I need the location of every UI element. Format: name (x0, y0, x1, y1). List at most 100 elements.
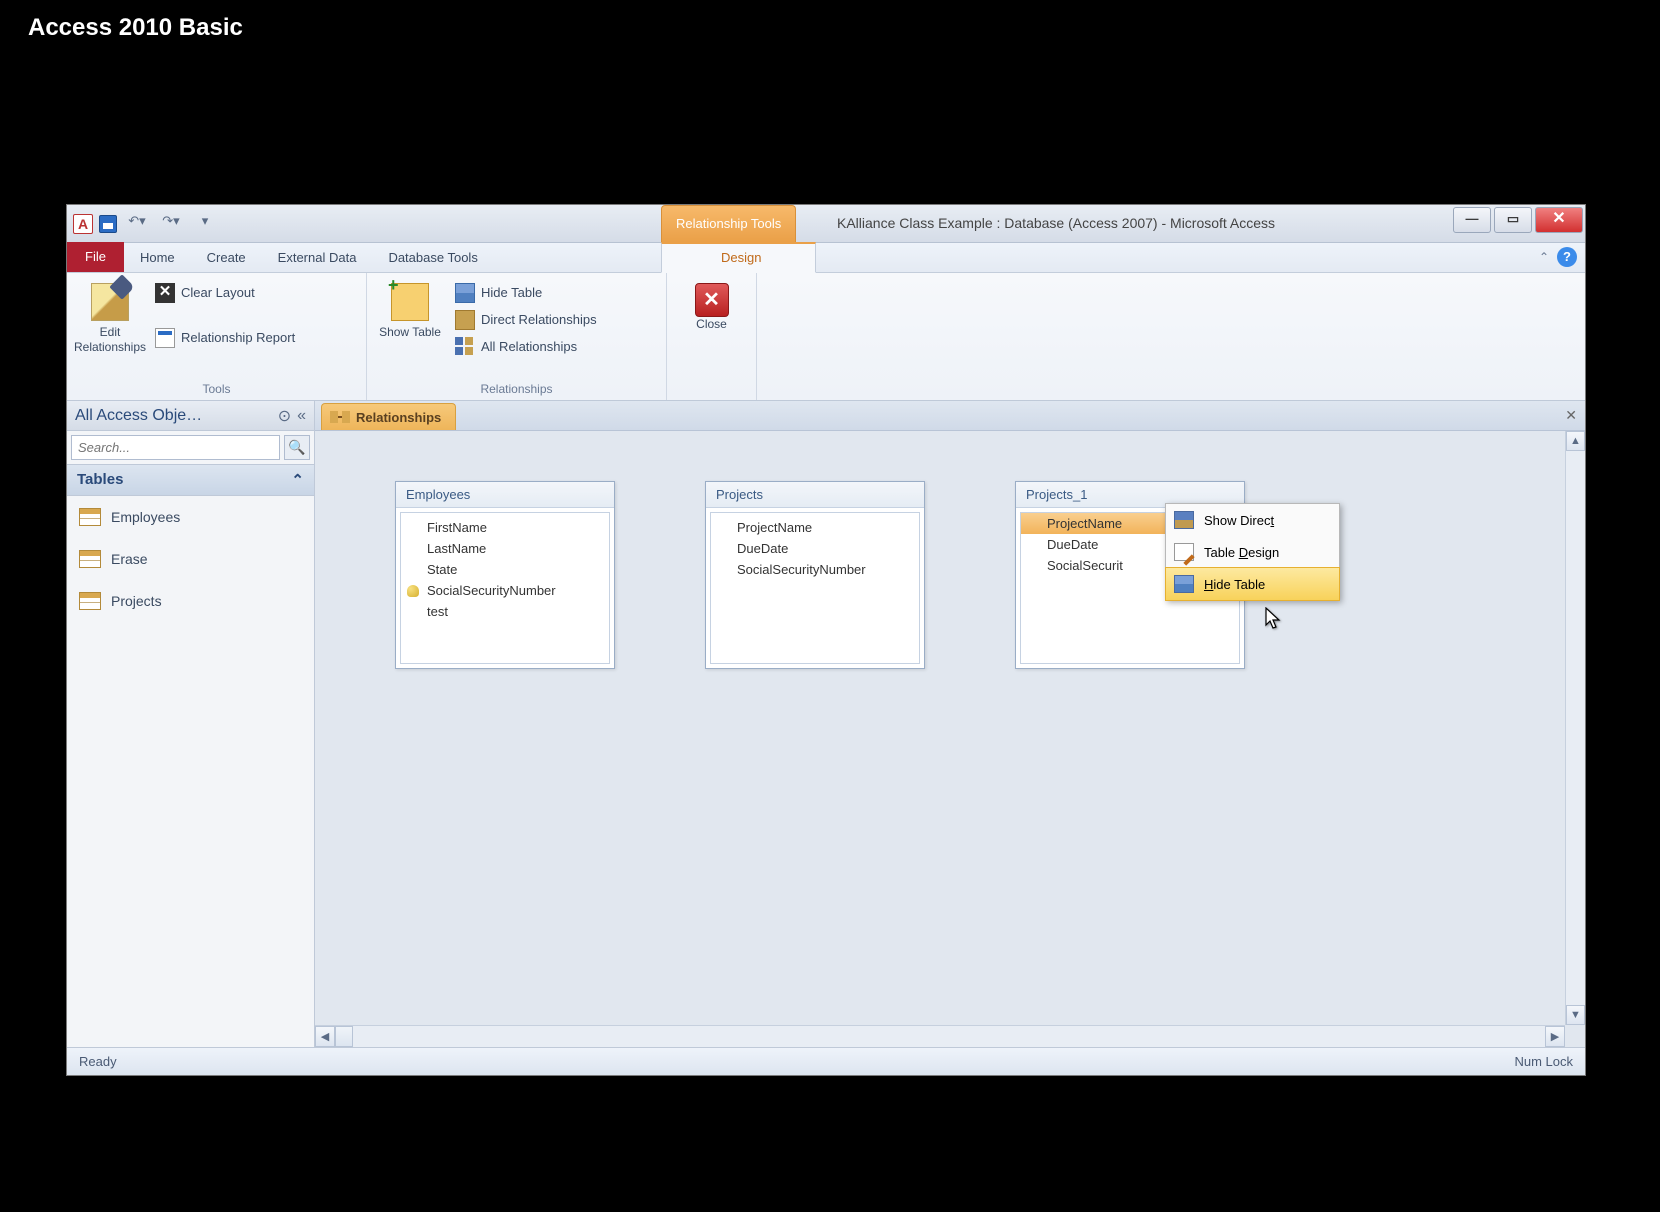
nav-group-label: Tables (77, 471, 123, 489)
nav-item-label: Employees (111, 509, 180, 525)
nav-pane-header[interactable]: All Access Obje… ⊙ « (67, 401, 314, 431)
nav-group-tables[interactable]: Tables ⌃ (67, 465, 314, 496)
horizontal-scrollbar[interactable]: ◀ ▶ (315, 1025, 1565, 1047)
design-tab[interactable]: Design (705, 243, 777, 272)
hide-table-icon (455, 283, 475, 303)
field-item-key[interactable]: SocialSecurityNumber (401, 580, 609, 601)
quick-access-toolbar: A ↶▾ ↷▾ ▾ (67, 213, 219, 235)
scroll-grip[interactable] (335, 1026, 353, 1047)
ribbon-collapse-button[interactable]: ⌃ (1539, 250, 1549, 264)
maximize-button[interactable]: ▭ (1494, 207, 1532, 233)
file-tab[interactable]: File (67, 242, 124, 272)
window-title: KAlliance Class Example : Database (Acce… (837, 215, 1275, 231)
minimize-button[interactable]: — (1453, 207, 1491, 233)
scroll-down-button[interactable]: ▼ (1566, 1005, 1585, 1025)
table-icon (79, 592, 101, 610)
field-item[interactable]: LastName (401, 538, 609, 559)
access-window: A ↶▾ ↷▾ ▾ Relationship Tools KAlliance C… (66, 204, 1586, 1076)
table-icon (79, 508, 101, 526)
table-title[interactable]: Employees (396, 482, 614, 508)
table-box-projects[interactable]: Projects ProjectName DueDate SocialSecur… (705, 481, 925, 669)
clear-layout-label: Clear Layout (181, 285, 255, 300)
nav-item-projects[interactable]: Projects (67, 580, 314, 622)
close-window-button[interactable]: ✕ (1535, 207, 1583, 233)
document-tabs: Relationships ✕ (315, 401, 1585, 431)
nav-item-label: Erase (111, 551, 148, 567)
main-area: Relationships ✕ Employees FirstName Last… (315, 401, 1585, 1047)
nav-pane-title: All Access Obje… (75, 407, 202, 425)
all-relationships-icon (455, 337, 475, 357)
direct-relationships-button[interactable]: Direct Relationships (451, 306, 601, 333)
status-bar: Ready Num Lock (67, 1047, 1585, 1075)
qat-customize-button[interactable]: ▾ (191, 213, 219, 235)
relationships-tab-label: Relationships (356, 410, 441, 425)
table-title[interactable]: Projects (706, 482, 924, 508)
mouse-cursor (1265, 607, 1283, 631)
external-data-tab[interactable]: External Data (262, 243, 373, 272)
access-app-icon[interactable]: A (73, 214, 93, 234)
hide-table-label: Hide Table (481, 285, 542, 300)
ribbon-tabs: File Home Create External Data Database … (67, 243, 1585, 273)
scroll-up-button[interactable]: ▲ (1566, 431, 1585, 451)
show-table-button[interactable]: Show Table (377, 279, 443, 340)
vertical-scrollbar[interactable]: ▲ ▼ (1565, 431, 1585, 1025)
table-field-list: ProjectName DueDate SocialSecurityNumber (710, 512, 920, 664)
nav-group-collapse-icon: ⌃ (291, 471, 304, 489)
table-design-icon (1174, 543, 1194, 561)
database-tools-tab[interactable]: Database Tools (372, 243, 493, 272)
video-title: Access 2010 Basic (0, 0, 1660, 56)
relationship-report-button[interactable]: Relationship Report (151, 324, 299, 351)
ribbon-group-close: ✕ Close (667, 273, 757, 400)
context-menu-hide-table[interactable]: Hide Table (1165, 567, 1340, 601)
all-relationships-label: All Relationships (481, 339, 577, 354)
close-icon: ✕ (695, 283, 729, 317)
show-table-label: Show Table (379, 325, 441, 340)
field-item[interactable]: DueDate (711, 538, 919, 559)
search-input[interactable] (71, 435, 280, 460)
nav-item-erase[interactable]: Erase (67, 538, 314, 580)
home-tab[interactable]: Home (124, 243, 191, 272)
status-left: Ready (79, 1054, 117, 1069)
context-menu-show-direct[interactable]: Show Direct (1166, 504, 1339, 536)
relationships-tab[interactable]: Relationships (321, 403, 456, 430)
table-icon (79, 550, 101, 568)
ribbon: Edit Relationships ✕ Clear Layout Relati… (67, 273, 1585, 401)
all-relationships-button[interactable]: All Relationships (451, 333, 601, 360)
context-menu-table-design[interactable]: Table Design (1166, 536, 1339, 568)
close-button[interactable]: ✕ Close (684, 279, 740, 332)
save-icon[interactable] (99, 215, 117, 233)
create-tab[interactable]: Create (191, 243, 262, 272)
close-tab-button[interactable]: ✕ (1565, 407, 1577, 424)
close-label: Close (696, 317, 727, 332)
nav-item-employees[interactable]: Employees (67, 496, 314, 538)
field-item[interactable]: ProjectName (711, 517, 919, 538)
scroll-right-button[interactable]: ▶ (1545, 1026, 1565, 1047)
context-menu-label: Hide Table (1204, 577, 1265, 592)
field-item[interactable]: test (401, 601, 609, 622)
relationships-canvas[interactable]: Employees FirstName LastName State Socia… (315, 431, 1585, 1047)
show-table-icon (391, 283, 429, 321)
hide-table-button[interactable]: Hide Table (451, 279, 601, 306)
scroll-left-button[interactable]: ◀ (315, 1026, 335, 1047)
show-direct-icon (1174, 511, 1194, 529)
context-menu-label: Table Design (1204, 545, 1279, 560)
redo-button[interactable]: ↷▾ (157, 213, 185, 235)
edit-relationships-icon (91, 283, 129, 321)
help-icon[interactable]: ? (1557, 247, 1577, 267)
clear-layout-icon: ✕ (155, 283, 175, 303)
edit-relationships-button[interactable]: Edit Relationships (77, 279, 143, 355)
nav-search: 🔍 (67, 431, 314, 465)
field-item[interactable]: SocialSecurityNumber (711, 559, 919, 580)
tools-group-label: Tools (77, 382, 356, 398)
relationships-icon (330, 409, 350, 425)
nav-filter-dropdown-icon[interactable]: ⊙ (278, 406, 291, 426)
field-item[interactable]: State (401, 559, 609, 580)
navigation-pane: All Access Obje… ⊙ « 🔍 Tables ⌃ Employee… (67, 401, 315, 1047)
field-item[interactable]: FirstName (401, 517, 609, 538)
nav-collapse-icon[interactable]: « (297, 407, 306, 425)
undo-button[interactable]: ↶▾ (123, 213, 151, 235)
table-box-employees[interactable]: Employees FirstName LastName State Socia… (395, 481, 615, 669)
contextual-tab-label: Relationship Tools (661, 205, 796, 242)
search-button[interactable]: 🔍 (284, 435, 310, 460)
clear-layout-button[interactable]: ✕ Clear Layout (151, 279, 299, 306)
